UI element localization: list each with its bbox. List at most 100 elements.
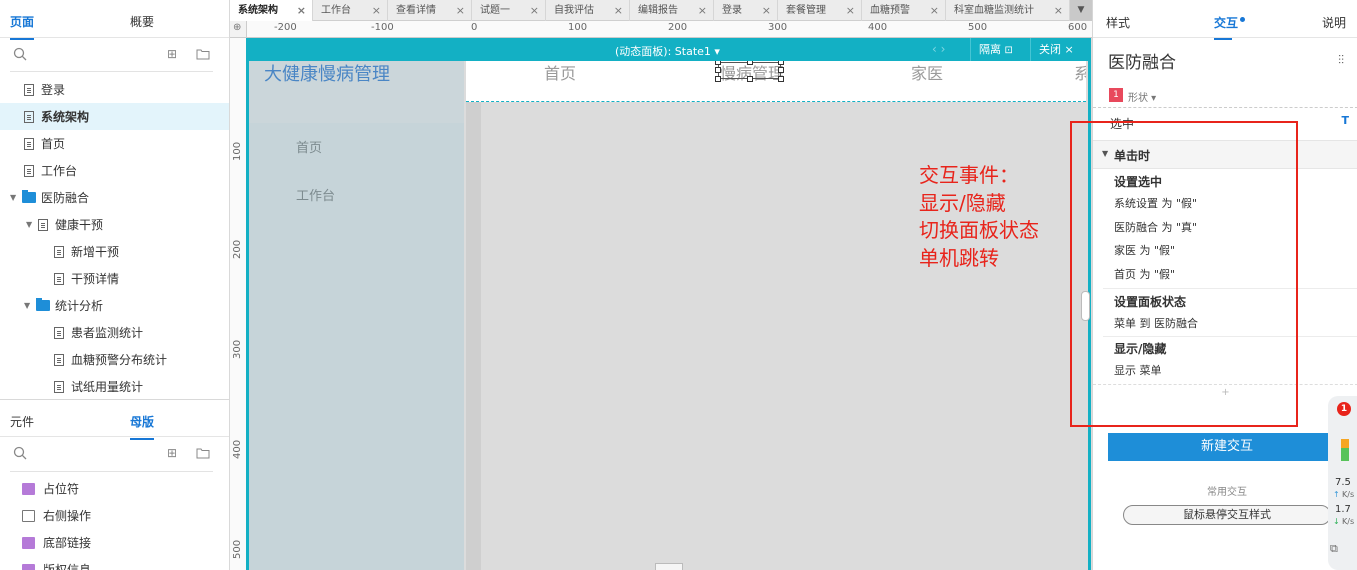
page-item-login[interactable]: 登录 xyxy=(0,76,229,103)
ruler-label: 100 xyxy=(568,22,588,33)
master-item-right-actions[interactable]: 右侧操作 xyxy=(0,502,229,529)
page-item-patient-monitor[interactable]: 患者监测统计 xyxy=(0,319,229,346)
close-icon[interactable]: × xyxy=(372,0,381,21)
page-item-health-intervention[interactable]: ▼ 健康干预 xyxy=(0,211,229,238)
tab-style[interactable]: 样式 xyxy=(1106,14,1130,31)
page-icon xyxy=(24,164,34,177)
doc-tab[interactable]: 血糖预警 × xyxy=(862,0,946,21)
tab-masters[interactable]: 母版 xyxy=(130,413,155,440)
page-item-workbench[interactable]: 工作台 xyxy=(0,157,229,184)
horizontal-ruler: -200 -100 0 100 200 300 400 500 600 xyxy=(247,21,1092,38)
network-speed-widget[interactable]: 1 7.5 ↑ K/s 1.7 ↓ K/s ⧉ xyxy=(1328,396,1357,570)
state-nav-arrows[interactable]: ‹ › xyxy=(932,42,945,56)
close-icon[interactable]: × xyxy=(1054,0,1063,21)
page-item-strip-usage[interactable]: 试纸用量统计 xyxy=(0,373,229,400)
doc-tab[interactable]: 试题一 × xyxy=(472,0,546,21)
add-master-icon[interactable]: ⊞ xyxy=(167,447,181,459)
page-icon xyxy=(54,272,64,285)
close-icon[interactable]: × xyxy=(846,0,855,21)
ruler-label: 100 xyxy=(232,141,243,161)
new-interaction-button[interactable]: 新建交互 xyxy=(1108,433,1346,461)
hover-style-button[interactable]: 鼠标悬停交互样式 xyxy=(1123,505,1331,525)
vertical-ruler: 100 200 300 400 500 xyxy=(230,38,247,570)
master-item-copyright[interactable]: 版权信息 xyxy=(0,556,229,570)
master-item-placeholder[interactable]: 占位符 xyxy=(0,475,229,502)
doc-tab[interactable]: 查看详情 × xyxy=(388,0,472,21)
page-icon xyxy=(54,245,64,258)
close-icon[interactable]: × xyxy=(762,0,771,21)
doc-tab[interactable]: 套餐管理 × xyxy=(778,0,862,21)
master-item-footer-links[interactable]: 底部链接 xyxy=(0,529,229,556)
close-panel-button[interactable]: 关闭 × xyxy=(1030,38,1089,61)
doc-tab[interactable]: 科室血糖监测统计 × xyxy=(946,0,1070,21)
common-interactions-label: 常用交互 xyxy=(1207,487,1247,498)
close-icon[interactable]: × xyxy=(698,0,707,21)
status-dot xyxy=(1240,17,1246,22)
page-icon xyxy=(38,218,48,231)
dynamic-panel-bar: (动态面板): State1 ▾ ‹ › 隔离 ⊡ 关闭 × xyxy=(249,38,1089,61)
masters-tabs: 元件 母版 xyxy=(0,399,229,440)
page-item-glucose-warning[interactable]: 血糖预警分布统计 xyxy=(0,346,229,373)
folder-item-stats[interactable]: ▼ 统计分析 xyxy=(0,292,229,319)
add-page-icon[interactable]: ⊞ xyxy=(167,48,181,60)
page-item-intervention-detail[interactable]: 干预详情 xyxy=(0,265,229,292)
ruler-label: 0 xyxy=(471,22,478,33)
close-icon: × xyxy=(1064,43,1074,56)
divider xyxy=(10,471,213,472)
ruler-label: 500 xyxy=(232,539,243,559)
page-icon xyxy=(54,353,64,366)
speed-bar xyxy=(1341,439,1349,461)
folder-item-yifang[interactable]: ▼ 医防融合 xyxy=(0,184,229,211)
widget-name[interactable]: 医防融合 xyxy=(1108,48,1176,73)
ruler-label: 300 xyxy=(232,339,243,359)
tab-components[interactable]: 元件 xyxy=(10,413,34,430)
tab-outline[interactable]: 概要 xyxy=(130,13,154,30)
add-folder-icon[interactable] xyxy=(196,48,210,60)
close-icon[interactable]: × xyxy=(614,0,623,21)
shape-type-dropdown[interactable]: 形状 ▾ xyxy=(1128,89,1156,104)
ruler-label: 500 xyxy=(968,22,988,33)
text-icon[interactable]: T xyxy=(1341,114,1349,127)
pages-tabs: 页面 概要 xyxy=(0,0,229,40)
speed-unit: K/s xyxy=(1342,517,1355,526)
close-icon[interactable]: × xyxy=(297,0,306,21)
panel-state-dropdown[interactable]: (动态面板): State1 ▾ xyxy=(615,43,720,59)
page-item-system-arch[interactable]: 系统架构 xyxy=(0,103,229,130)
page-item-new-intervention[interactable]: 新增干预 xyxy=(0,238,229,265)
add-folder-icon[interactable] xyxy=(196,447,210,459)
page-icon xyxy=(54,326,64,339)
ruler-corner[interactable]: ⊕ xyxy=(230,21,247,38)
doc-tab[interactable]: 工作台 × xyxy=(313,0,388,21)
tab-pages[interactable]: 页面 xyxy=(10,13,35,40)
upload-speed: 7.5 xyxy=(1335,477,1351,488)
close-icon[interactable]: × xyxy=(530,0,539,21)
tab-overflow-button[interactable]: ▼ xyxy=(1070,0,1092,21)
doc-tab[interactable]: 自我评估 × xyxy=(546,0,630,21)
master-icon xyxy=(22,482,35,495)
masters-toolbar: ⊞ xyxy=(0,437,229,471)
inspector-tabs: 样式 交互 说明 xyxy=(1093,0,1357,40)
doc-tab[interactable]: 系统架构 × xyxy=(230,0,313,21)
chevron-down-icon[interactable]: ▼ xyxy=(24,301,34,310)
settings-icon[interactable]: ⫶⫶ xyxy=(1338,53,1344,68)
canvas-bottom-handle[interactable] xyxy=(655,563,683,570)
close-icon[interactable]: × xyxy=(456,0,465,21)
divider xyxy=(10,71,213,72)
search-icon[interactable] xyxy=(13,446,27,460)
doc-tab[interactable]: 编辑报告 × xyxy=(630,0,714,21)
close-icon[interactable]: × xyxy=(930,0,939,21)
upload-arrow-icon: ↑ xyxy=(1333,490,1340,499)
chevron-down-icon[interactable]: ▼ xyxy=(10,193,20,202)
chevron-down-icon[interactable]: ▼ xyxy=(26,220,36,229)
pages-toolbar: ⊞ xyxy=(0,38,229,72)
doc-tab[interactable]: 登录 × xyxy=(714,0,778,21)
shape-badge: 1 xyxy=(1109,88,1123,102)
tab-interaction[interactable]: 交互 xyxy=(1214,14,1246,40)
page-item-home[interactable]: 首页 xyxy=(0,130,229,157)
search-icon[interactable] xyxy=(13,47,27,61)
screenshot-icon[interactable]: ⧉ xyxy=(1330,542,1338,556)
isolate-button[interactable]: 隔离 ⊡ xyxy=(970,38,1022,61)
tab-notes[interactable]: 说明 xyxy=(1322,14,1346,31)
left-panel: 页面 概要 ⊞ 登录 系统架构 首页 工作台 ▼ 医防融合 ▼ 健康干预 新增干预 … xyxy=(0,0,230,570)
page-icon xyxy=(24,110,34,123)
